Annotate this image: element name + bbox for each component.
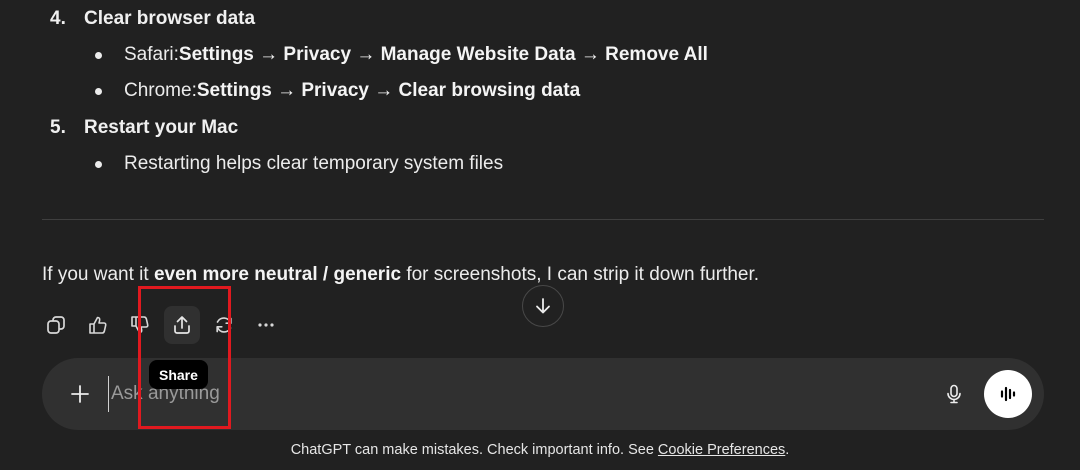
chat-page: 4. Clear browser data Safari: Settings →… bbox=[0, 0, 1080, 470]
arrow-down-icon bbox=[536, 298, 550, 314]
bullet-bold: Settings → Privacy → Manage Website Data… bbox=[178, 44, 708, 65]
bullet-dot bbox=[95, 51, 102, 59]
regenerate-button[interactable] bbox=[206, 306, 242, 344]
list-title: Restart your Mac bbox=[84, 117, 239, 138]
bullet-bold: Settings → Privacy → Clear browsing data bbox=[196, 80, 581, 101]
closing-bold: even more neutral / generic bbox=[153, 264, 402, 285]
footer-text: ChatGPT can make mistakes. Check importa… bbox=[290, 442, 658, 458]
share-tooltip: Share bbox=[149, 360, 208, 389]
bullet-dot bbox=[95, 160, 102, 168]
bullet-restart: Restarting helps clear temporary system … bbox=[95, 153, 503, 175]
message-actions bbox=[38, 306, 284, 344]
microphone-icon bbox=[947, 384, 961, 404]
list-number: 5. bbox=[50, 117, 66, 138]
list-title: Clear browser data bbox=[84, 8, 256, 29]
share-icon bbox=[174, 316, 190, 334]
divider bbox=[42, 219, 1044, 220]
list-item-5: 5. Restart your Mac bbox=[50, 117, 238, 139]
closing-text-end: for screenshots, I can strip it down fur… bbox=[401, 264, 760, 285]
bad-response-button[interactable] bbox=[122, 306, 158, 344]
bullet-text: Restarting helps clear temporary system … bbox=[124, 153, 504, 174]
footer-suffix: . bbox=[785, 442, 790, 458]
bullet-dot bbox=[95, 87, 102, 95]
closing-paragraph: If you want it even more neutral / gener… bbox=[42, 264, 759, 286]
thumbs-up-icon bbox=[89, 316, 107, 334]
list-number: 4. bbox=[50, 8, 66, 29]
add-attachment-button[interactable] bbox=[62, 376, 98, 412]
good-response-button[interactable] bbox=[80, 306, 116, 344]
plus-icon bbox=[71, 385, 89, 403]
copy-icon bbox=[47, 316, 65, 334]
list-item-4: 4. Clear browser data bbox=[50, 8, 255, 30]
share-button[interactable] bbox=[164, 306, 200, 344]
scroll-down-button[interactable] bbox=[522, 285, 564, 327]
more-icon bbox=[258, 323, 274, 327]
cookie-preferences-link[interactable]: Cookie Preferences bbox=[658, 442, 785, 458]
dictate-button[interactable] bbox=[936, 376, 972, 412]
copy-button[interactable] bbox=[38, 306, 74, 344]
bullet-chrome: Chrome: Settings → Privacy → Clear brows… bbox=[95, 80, 580, 102]
bullet-prefix: Chrome: bbox=[124, 80, 197, 101]
more-actions-button[interactable] bbox=[248, 306, 284, 344]
regenerate-icon bbox=[216, 317, 232, 333]
footer-disclaimer: ChatGPT can make mistakes. Check importa… bbox=[0, 442, 1080, 458]
closing-text: If you want it bbox=[42, 264, 154, 285]
bullet-safari: Safari: Settings → Privacy → Manage Webs… bbox=[95, 44, 708, 66]
bullet-prefix: Safari: bbox=[124, 44, 179, 65]
thumbs-down-icon bbox=[131, 316, 149, 334]
voice-waveform-icon bbox=[1000, 386, 1016, 402]
voice-mode-button[interactable] bbox=[984, 370, 1032, 418]
